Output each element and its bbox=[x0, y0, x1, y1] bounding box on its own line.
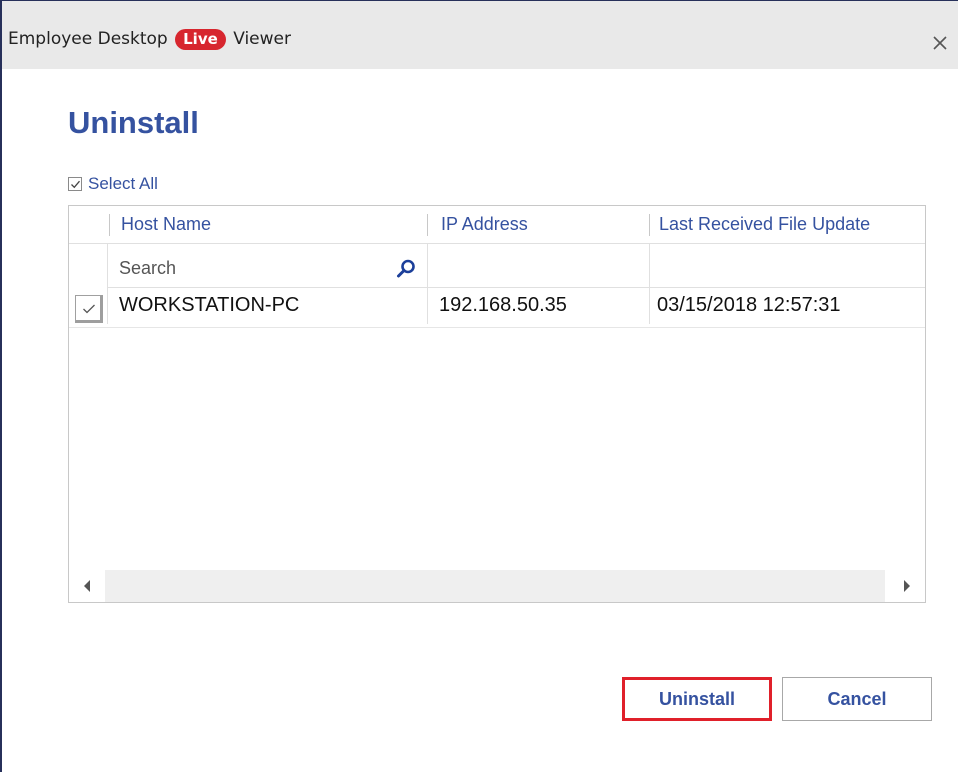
scroll-left-button[interactable] bbox=[77, 570, 99, 602]
cancel-button[interactable]: Cancel bbox=[782, 677, 932, 721]
checkmark-icon bbox=[83, 304, 95, 314]
filter-row bbox=[69, 251, 925, 287]
title-prefix: Employee Desktop bbox=[8, 29, 168, 49]
close-button[interactable] bbox=[930, 33, 950, 53]
search-input[interactable] bbox=[111, 251, 425, 285]
scroll-right-button[interactable] bbox=[895, 570, 917, 602]
header-divider bbox=[69, 243, 925, 244]
close-icon bbox=[933, 36, 947, 50]
column-header-host-name[interactable]: Host Name bbox=[121, 214, 211, 235]
column-separator bbox=[427, 214, 428, 236]
page-title: Uninstall bbox=[68, 105, 199, 140]
title-bar: Employee Desktop Live Viewer bbox=[2, 1, 958, 69]
column-separator bbox=[109, 214, 110, 236]
column-header-last-update[interactable]: Last Received File Update bbox=[659, 214, 870, 235]
scroll-right-arrow-icon bbox=[904, 580, 910, 592]
cell-host-name: WORKSTATION-PC bbox=[119, 294, 300, 316]
cell-ip-address: 192.168.50.35 bbox=[439, 294, 567, 316]
uninstall-button[interactable]: Uninstall bbox=[622, 677, 772, 721]
scroll-left-arrow-icon bbox=[84, 580, 90, 592]
horizontal-scrollbar[interactable] bbox=[69, 570, 925, 602]
select-all-checkbox[interactable]: Select All bbox=[68, 173, 158, 195]
dialog-window: Employee Desktop Live Viewer Uninstall S… bbox=[0, 0, 958, 772]
scroll-track[interactable] bbox=[105, 570, 885, 602]
column-header-ip-address[interactable]: IP Address bbox=[441, 214, 528, 235]
hosts-table: Host Name IP Address Last Received File … bbox=[68, 205, 926, 603]
checkmark-icon bbox=[71, 180, 80, 189]
window-title: Employee Desktop Live Viewer bbox=[8, 29, 291, 50]
cell-last-update: 03/15/2018 12:57:31 bbox=[657, 294, 841, 316]
row-checkbox[interactable] bbox=[75, 295, 103, 323]
row-divider bbox=[69, 327, 925, 328]
search-icon[interactable] bbox=[395, 258, 417, 285]
title-suffix: Viewer bbox=[233, 29, 291, 49]
table-row[interactable]: WORKSTATION-PC 192.168.50.35 03/15/2018 … bbox=[69, 289, 925, 325]
live-badge: Live bbox=[175, 29, 226, 50]
select-all-box[interactable] bbox=[68, 177, 82, 191]
column-separator bbox=[649, 214, 650, 236]
select-all-label: Select All bbox=[88, 174, 158, 193]
filter-divider bbox=[107, 287, 925, 288]
